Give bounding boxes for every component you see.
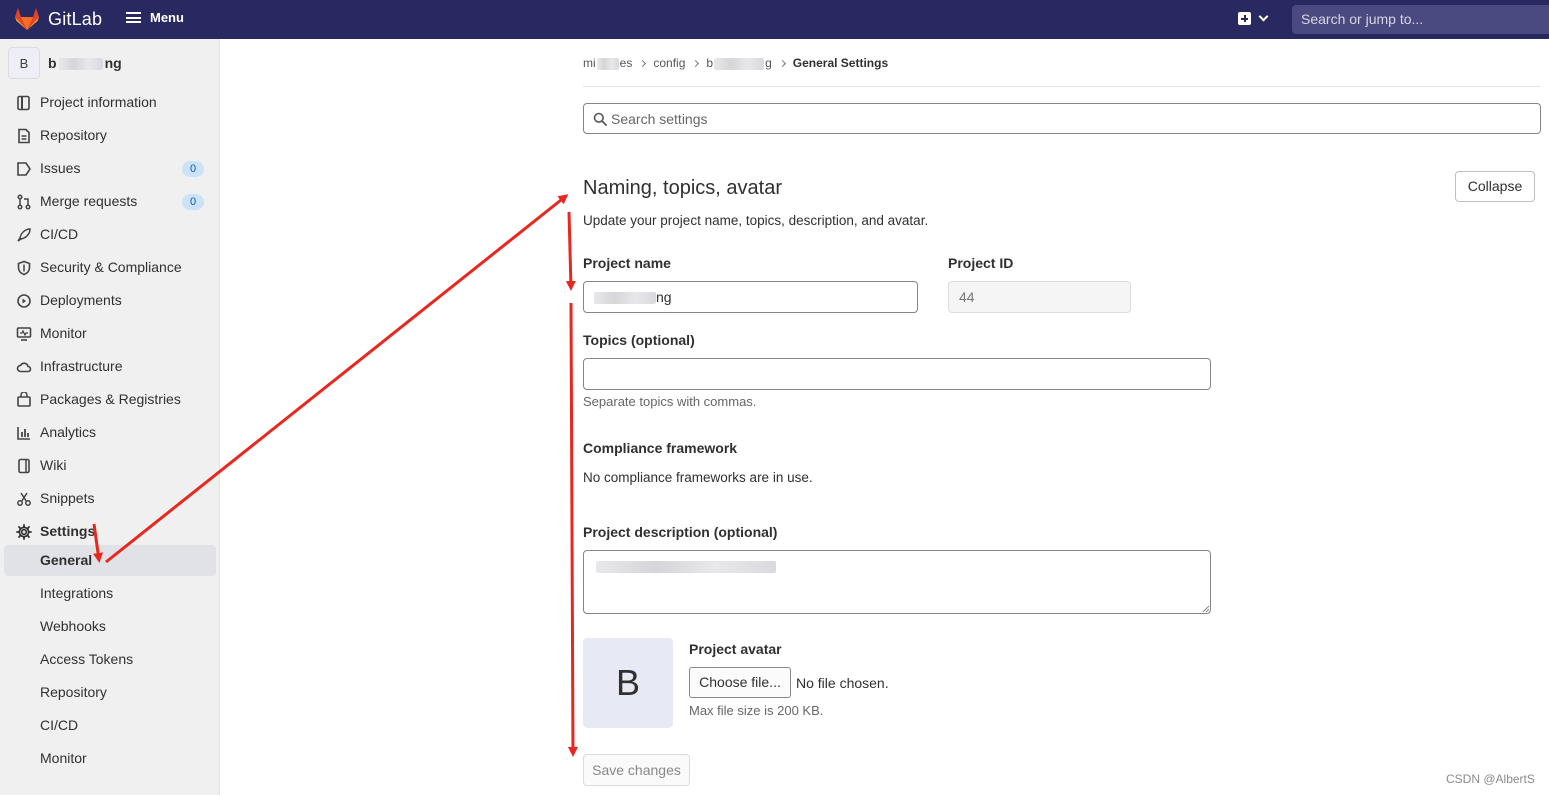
sidebar-item-merge-requests[interactable]: Merge requests 0 xyxy=(0,187,220,217)
wiki-icon xyxy=(18,458,30,474)
brand-name: GitLab xyxy=(48,8,103,29)
document-icon xyxy=(18,128,30,144)
section-description: Update your project name, topics, descri… xyxy=(583,213,929,228)
sidebar-item-packages-registries[interactable]: Packages & Registries xyxy=(0,385,220,415)
project-name-input[interactable]: ng xyxy=(583,281,918,313)
arrow-to-save-button xyxy=(567,302,578,757)
watermark: CSDN @AlbertS xyxy=(1446,772,1535,786)
sidebar-item-infrastructure[interactable]: Infrastructure xyxy=(0,352,220,382)
plus-square-icon xyxy=(1238,12,1251,25)
chart-icon xyxy=(17,427,30,440)
project-avatar-preview: B xyxy=(583,638,673,728)
topics-label: Topics (optional) xyxy=(583,332,695,348)
sidebar-item-project-information[interactable]: Project information xyxy=(0,88,220,118)
chevron-right-icon xyxy=(639,59,647,67)
breadcrumb-divider xyxy=(583,86,1540,87)
sidebar-item-deployments[interactable]: Deployments xyxy=(0,286,220,316)
sidebar-item-snippets[interactable]: Snippets xyxy=(0,484,220,514)
sidebar-item-issues[interactable]: Issues 0 xyxy=(0,154,220,184)
topics-input[interactable] xyxy=(583,358,1211,390)
cloud-icon xyxy=(16,362,32,373)
shield-icon xyxy=(17,260,31,276)
max-file-size-hint: Max file size is 200 KB. xyxy=(689,703,824,718)
sidebar-subitem-access-tokens[interactable]: Access Tokens xyxy=(4,644,216,675)
sidebar-item-security-compliance[interactable]: Security & Compliance xyxy=(0,253,220,283)
menu-button[interactable]: Menu xyxy=(126,10,184,25)
project-id-input: 44 xyxy=(948,281,1131,313)
sidebar-subitem-integrations[interactable]: Integrations xyxy=(4,578,216,609)
sidebar-item-analytics[interactable]: Analytics xyxy=(0,418,220,448)
top-navbar: GitLab Menu Search or jump to... xyxy=(0,0,1549,39)
sidebar-item-repository[interactable]: Repository xyxy=(0,121,220,151)
scissors-icon xyxy=(17,492,31,506)
sidebar-subitem-repository[interactable]: Repository xyxy=(4,677,216,708)
project-name: b ng xyxy=(48,55,122,71)
chevron-right-icon xyxy=(692,59,700,67)
breadcrumb-item-group[interactable]: mi es xyxy=(583,56,632,70)
tanuki-icon xyxy=(15,8,39,30)
compliance-text: No compliance frameworks are in use. xyxy=(583,470,813,485)
merge-request-icon xyxy=(17,194,31,210)
arrow-to-project-name xyxy=(565,211,576,291)
sidebar: B b ng Project information Repository Iss… xyxy=(0,39,220,795)
sidebar-subitem-webhooks[interactable]: Webhooks xyxy=(4,611,216,642)
chevron-right-icon xyxy=(778,59,786,67)
rocket-icon xyxy=(17,228,31,242)
deployments-icon xyxy=(17,294,31,308)
sidebar-project-header[interactable]: B b ng xyxy=(8,47,122,79)
breadcrumb-current: General Settings xyxy=(792,56,889,70)
monitor-icon xyxy=(16,327,32,341)
global-search-input[interactable]: Search or jump to... xyxy=(1292,5,1549,34)
project-name-label: Project name xyxy=(583,255,671,271)
sidebar-item-wiki[interactable]: Wiki xyxy=(0,451,220,481)
description-textarea[interactable] xyxy=(583,550,1211,614)
project-avatar-small: B xyxy=(8,47,40,79)
gitlab-logo[interactable]: GitLab xyxy=(14,7,102,31)
merge-requests-count-badge: 0 xyxy=(182,194,204,210)
breadcrumb-item-project[interactable]: bg xyxy=(706,56,771,70)
section-title: Naming, topics, avatar xyxy=(583,177,782,199)
resize-handle-icon[interactable] xyxy=(1202,605,1210,613)
compliance-label: Compliance framework xyxy=(583,440,738,456)
no-file-text: No file chosen. xyxy=(796,675,889,691)
sidebar-item-ci-cd[interactable]: CI/CD xyxy=(0,220,220,250)
issues-count-badge: 0 xyxy=(182,161,204,177)
sidebar-subitem-monitor[interactable]: Monitor xyxy=(4,743,216,774)
menu-label: Menu xyxy=(150,10,184,25)
issues-icon xyxy=(17,162,31,176)
package-icon xyxy=(17,392,31,407)
gear-icon xyxy=(16,524,32,540)
new-dropdown-button[interactable] xyxy=(1238,11,1269,25)
project-id-label: Project ID xyxy=(948,255,1014,271)
breadcrumb: mi es config bg General Settings xyxy=(583,56,888,70)
sidebar-item-monitor[interactable]: Monitor xyxy=(0,319,220,349)
search-settings-input[interactable]: Search settings xyxy=(583,103,1541,134)
sidebar-subitem-ci-cd[interactable]: CI/CD xyxy=(4,710,216,741)
search-icon xyxy=(593,112,607,126)
chevron-down-icon xyxy=(1258,11,1269,22)
hamburger-icon xyxy=(126,12,141,23)
choose-file-button[interactable]: Choose file... xyxy=(689,667,791,698)
sidebar-subitem-general[interactable]: General xyxy=(4,545,216,576)
breadcrumb-item-subgroup[interactable]: config xyxy=(653,56,685,70)
description-label: Project description (optional) xyxy=(583,524,778,540)
collapse-button[interactable]: Collapse xyxy=(1455,171,1535,202)
save-changes-button[interactable]: Save changes xyxy=(583,754,690,786)
avatar-label: Project avatar xyxy=(689,641,782,657)
book-icon xyxy=(17,95,30,111)
topics-hint: Separate topics with commas. xyxy=(583,394,757,409)
sidebar-item-settings[interactable]: Settings xyxy=(0,517,220,547)
